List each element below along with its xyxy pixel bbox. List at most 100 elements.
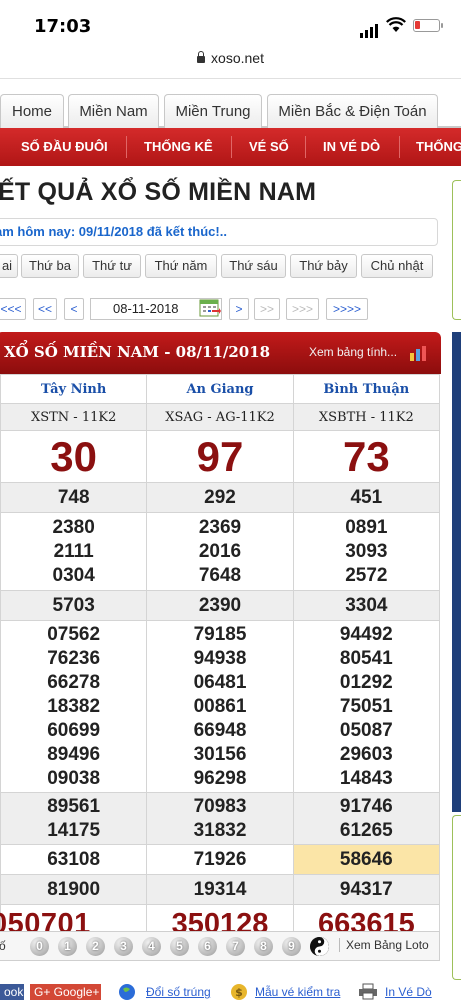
next-month-button[interactable]: >>> — [286, 298, 319, 320]
prize-4-cell: 94492 80541 01292 75051 05087 29603 1484… — [292, 620, 441, 793]
prize-8: 30 — [0, 430, 148, 483]
menu-ve-so[interactable]: VÉ SỐ — [249, 128, 289, 166]
view-table-link[interactable]: Xem bảng tính... — [309, 345, 397, 359]
prize-5: 2390 — [146, 590, 294, 621]
main-tabs: Home Miền Nam Miền Trung Miền Bắc & Điện… — [0, 94, 461, 128]
prize-7: 451 — [292, 482, 441, 513]
digit-ball[interactable]: 1 — [58, 937, 77, 956]
day-tab-saturday[interactable]: Thứ bảy — [290, 254, 357, 278]
side-widget — [452, 815, 461, 980]
facebook-button[interactable]: ook — [0, 984, 24, 1000]
prize-4: 76236 — [47, 647, 101, 669]
day-tab-sunday[interactable]: Chủ nhật — [361, 254, 433, 278]
google-plus-button[interactable]: G+ Google+ — [30, 984, 101, 1000]
loto-bar: ố 0 1 2 3 4 5 6 7 8 9 Xem Bảng Loto — [0, 931, 440, 961]
menu-thong[interactable]: THỐNG — [416, 128, 461, 166]
yin-yang-icon[interactable] — [310, 937, 329, 956]
footer-link-in-ve-do[interactable]: In Vé Dò — [385, 985, 432, 999]
results-title: XỔ SỐ MIỀN NAM - 08/11/2018 — [4, 343, 271, 361]
view-loto-link[interactable]: Xem Bảng Loto — [339, 938, 429, 952]
calendar-icon[interactable] — [199, 298, 221, 318]
prize-4: 96298 — [193, 767, 247, 789]
digit-ball[interactable]: 0 — [30, 937, 49, 956]
prize-4: 89496 — [47, 743, 101, 765]
prev-day-button[interactable]: < — [64, 298, 84, 320]
digit-ball[interactable]: 9 — [282, 937, 301, 956]
prize-3: 14175 — [47, 819, 101, 841]
prize-1-row: 81900 19314 94317 — [0, 874, 441, 905]
ticket-code: XSAG - AG-11K2 — [146, 403, 294, 431]
first-button[interactable]: <<< — [0, 298, 26, 320]
menu-thong-ke[interactable]: THỐNG KÊ — [144, 128, 213, 166]
next-day-button[interactable]: > — [229, 298, 249, 320]
prize-3: 70983 — [193, 795, 247, 817]
prize-6: 2016 — [198, 540, 242, 562]
battery-icon — [413, 19, 443, 32]
prize-1: 81900 — [0, 874, 148, 905]
url-text: xoso.net — [211, 50, 264, 66]
divider — [231, 136, 232, 158]
digit-ball[interactable]: 8 — [254, 937, 273, 956]
prize-3-cell: 89561 14175 — [0, 792, 148, 845]
prize-6-cell: 0891 3093 2572 — [292, 512, 441, 591]
prize-4-cell: 79185 94938 06481 00861 66948 30156 9629… — [146, 620, 294, 793]
address-bar[interactable]: xoso.net — [0, 50, 461, 66]
prize-8: 97 — [146, 430, 294, 483]
prize-6: 0304 — [52, 564, 95, 586]
prize-4: 79185 — [193, 623, 247, 645]
results-header: XỔ SỐ MIỀN NAM - 08/11/2018 Xem bảng tín… — [0, 332, 441, 374]
day-tab-tuesday[interactable]: Thứ ba — [21, 254, 79, 278]
menu-so-dau-duoi[interactable]: SỐ ĐẦU ĐUÔI — [21, 128, 108, 166]
footer-link-mau-ve[interactable]: Mẫu vé kiểm tra — [255, 985, 340, 999]
prize-7-row: 748 292 451 — [0, 482, 441, 513]
next-week-button[interactable]: >> — [254, 298, 280, 320]
prev-week-button[interactable]: << — [33, 298, 57, 320]
menu-in-ve-do[interactable]: IN VÉ DÒ — [323, 128, 380, 166]
digit-ball[interactable]: 2 — [86, 937, 105, 956]
prize-3: 31832 — [193, 819, 247, 841]
day-tab-monday[interactable]: ai — [0, 254, 18, 278]
prize-4: 80541 — [339, 647, 393, 669]
svg-text:$: $ — [235, 986, 243, 999]
tab-home[interactable]: Home — [0, 94, 64, 128]
globe-icon — [119, 984, 135, 1000]
divider — [305, 136, 306, 158]
tab-mien-bac[interactable]: Miền Bắc & Điện Toán — [267, 94, 438, 128]
prize-5-row: 5703 2390 3304 — [0, 590, 441, 621]
digit-ball[interactable]: 4 — [142, 937, 161, 956]
prize-4: 66948 — [193, 719, 247, 741]
day-tab-friday[interactable]: Thứ sáu — [221, 254, 286, 278]
day-tab-wednesday[interactable]: Thứ tư — [83, 254, 141, 278]
footer-link-doi-so[interactable]: Đổi số trúng — [146, 985, 211, 999]
tab-mien-nam[interactable]: Miền Nam — [68, 94, 159, 128]
province-binh-thuan[interactable]: Bình Thuận — [292, 374, 441, 404]
prize-5: 3304 — [292, 590, 441, 621]
digit-ball[interactable]: 5 — [170, 937, 189, 956]
prize-3: 91746 — [339, 795, 393, 817]
dollar-icon: $ — [231, 984, 247, 1000]
province-tay-ninh[interactable]: Tây Ninh — [0, 374, 148, 404]
prize-4: 14843 — [339, 767, 393, 789]
province-an-giang[interactable]: An Giang — [146, 374, 294, 404]
table-row: XSTN - 11K2 XSAG - AG-11K2 XSBTH - 11K2 — [0, 403, 441, 431]
divider — [126, 136, 127, 158]
tab-mien-trung[interactable]: Miền Trung — [164, 94, 262, 128]
prize-4-cell: 07562 76236 66278 18382 60699 89496 0903… — [0, 620, 148, 793]
table-row: Tây Ninh An Giang Bình Thuận — [0, 374, 441, 404]
prize-6: 2111 — [53, 540, 94, 562]
digit-ball[interactable]: 3 — [114, 937, 133, 956]
bar-chart-icon[interactable] — [409, 345, 429, 361]
prize-7: 292 — [146, 482, 294, 513]
last-button[interactable]: >>>> — [326, 298, 368, 320]
footer: ook G+ Google+ Đổi số trúng $ Mẫu vé kiể… — [0, 982, 461, 1000]
prize-3-row: 89561 14175 70983 31832 91746 61265 — [0, 792, 441, 845]
digit-ball[interactable]: 7 — [226, 937, 245, 956]
prize-6-row: 2380 2111 0304 2369 2016 7648 0891 3093 … — [0, 512, 441, 591]
day-tab-thursday[interactable]: Thứ năm — [145, 254, 217, 278]
prize-4: 94492 — [339, 623, 393, 645]
prize-2: 63108 — [0, 844, 148, 875]
prize-6-cell: 2380 2111 0304 — [0, 512, 148, 591]
prize-8: 73 — [292, 430, 441, 483]
prize-4: 01292 — [339, 671, 393, 693]
digit-ball[interactable]: 6 — [198, 937, 217, 956]
